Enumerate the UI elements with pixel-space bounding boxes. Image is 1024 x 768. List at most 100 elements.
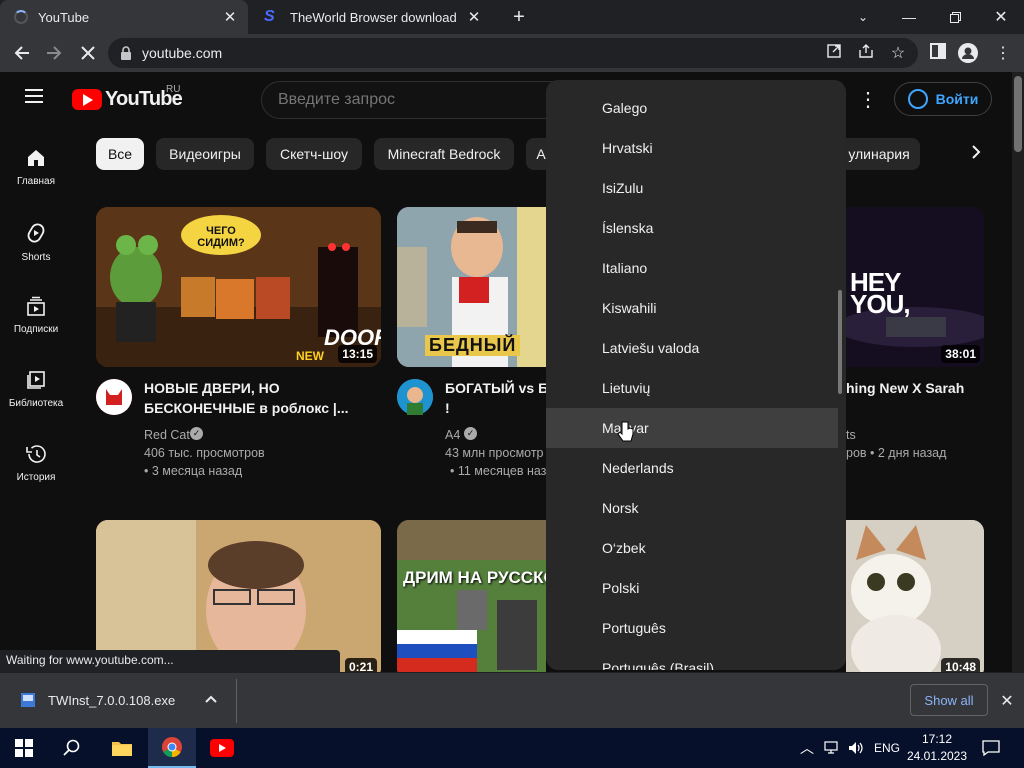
taskbar-youtube[interactable] [198,728,246,768]
thumbnail-text: NEW [296,349,324,363]
taskbar-search-button[interactable] [48,728,96,768]
tab-theworld[interactable]: S TheWorld Browser download sta ✕ [250,0,492,34]
chip-all[interactable]: Все [96,138,144,170]
taskbar-clock[interactable]: 17:12 24.01.2023 [905,731,969,765]
language-item[interactable]: Íslenska [602,220,653,236]
chip-videogames[interactable]: Видеоигры [156,138,254,170]
video-thumbnail[interactable]: ДРИМ НА РУССКО [397,520,546,680]
youtube-page: YouTube RU ⋮ Войти Главная Shorts Подпис… [0,72,1024,682]
video-title[interactable]: НОВЫЕ ДВЕРИ, НО [144,378,374,398]
restore-button[interactable] [932,0,978,34]
download-options-chevron-icon[interactable] [204,691,222,709]
hamburger-menu-icon[interactable] [24,88,44,109]
bookmark-star-icon[interactable]: ☆ [888,43,908,63]
youtube-play-logo-icon [72,89,102,110]
language-item[interactable]: Português [602,620,666,636]
lock-icon[interactable] [120,46,132,60]
sidebar-item-shorts[interactable]: Shorts [0,222,72,263]
video-title[interactable]: БОГАТЫЙ vs БЕ [445,378,546,398]
language-item[interactable]: Nederlands [602,460,674,476]
tab-youtube[interactable]: YouTube ✕ [0,0,248,34]
tab-title: YouTube [38,9,90,25]
verified-check-icon: ✓ [464,427,477,440]
channel-avatar[interactable] [397,379,433,415]
stop-loading-button[interactable] [74,39,102,67]
language-item[interactable]: Galego [602,100,647,116]
verified-check-icon: ✓ [190,427,203,440]
open-in-app-icon[interactable] [824,44,844,64]
taskbar-chrome[interactable] [148,728,196,768]
download-filename[interactable]: TWInst_7.0.0.108.exe [48,693,175,708]
settings-more-icon[interactable]: ⋮ [858,87,878,112]
chip-cooking[interactable]: улинария [838,138,920,170]
language-item[interactable]: Português (Brasil) [602,660,714,670]
video-title[interactable]: hing New X Sarah [846,378,984,398]
network-icon[interactable] [824,728,840,768]
sidebar-item-subscriptions[interactable]: Подписки [0,296,72,335]
language-item[interactable]: Norsk [602,500,639,516]
new-tab-button[interactable]: + [496,0,542,34]
video-thumbnail[interactable]: БЕДНЫЙ [397,207,546,367]
channel-name[interactable]: Red Cat [144,426,190,444]
sidebar-item-label: Библиотека [8,398,64,409]
channel-name[interactable]: A4 [445,426,460,444]
hand-cursor-icon [617,421,634,442]
side-panel-icon[interactable] [928,43,948,63]
start-button[interactable] [0,728,48,768]
channel-name[interactable]: ts [846,426,856,444]
url-text: youtube.com [142,45,223,61]
language-item[interactable]: Hrvatski [602,140,653,156]
dropdown-scrollbar[interactable] [838,290,842,394]
language-item[interactable]: Latviešu valoda [602,340,699,356]
youtube-logo[interactable]: YouTube RU [72,84,183,111]
sidebar-item-label: Главная [16,176,56,187]
language-item[interactable]: Lietuvių [602,380,650,396]
shorts-icon [27,223,45,243]
video-duration: 13:15 [338,345,377,363]
history-icon [26,445,46,463]
profile-avatar-icon[interactable] [958,43,978,63]
minimize-button[interactable]: — [886,0,932,34]
chip-minecraft-bedrock[interactable]: Minecraft Bedrock [374,138,514,170]
language-item[interactable]: IsiZulu [602,180,643,196]
language-item[interactable]: Kiswahili [602,300,656,316]
notifications-icon[interactable] [982,728,1000,768]
taskbar-file-explorer[interactable] [98,728,146,768]
close-tab-icon[interactable]: ✕ [466,8,482,26]
language-dropdown[interactable]: Galego Hrvatski IsiZulu Íslenska Italian… [546,80,846,670]
sign-in-button[interactable]: Войти [894,82,992,116]
language-item[interactable]: Italiano [602,260,647,276]
tab-search-chevron-icon[interactable]: ⌄ [840,0,886,34]
chip-sketch[interactable]: Скетч-шоу [266,138,362,170]
sidebar-item-library[interactable]: Библиотека [0,370,72,409]
thumbnail-text: ЧЕГО СИДИМ? [197,225,245,249]
sidebar-item-label: История [16,472,56,483]
share-icon[interactable] [856,44,876,64]
forward-button[interactable] [40,39,68,67]
language-item[interactable]: O‘zbek [602,540,646,556]
back-button[interactable] [8,39,36,67]
browser-tab-strip: YouTube ✕ S TheWorld Browser download st… [0,0,1024,34]
video-title[interactable]: БЕСКОНЕЧНЫЕ в роблокс |... [144,398,374,418]
sign-in-label: Войти [935,91,979,107]
chrome-menu-icon[interactable]: ⋮ [993,43,1013,63]
input-language-indicator[interactable]: ENG [874,728,900,768]
close-tab-icon[interactable]: ✕ [222,8,238,26]
language-item[interactable]: Polski [602,580,639,596]
video-thumbnail[interactable]: ЧЕГО СИДИМ? DOORS NEW 13:15 [96,207,381,367]
chips-next-arrow-icon[interactable] [970,144,990,164]
sidebar-item-history[interactable]: История [0,444,72,483]
address-bar[interactable]: youtube.com ☆ [108,38,918,68]
close-downloads-bar-icon[interactable]: ✕ [998,691,1016,710]
show-all-downloads-button[interactable]: Show all [910,684,988,716]
volume-icon[interactable] [848,728,864,768]
video-thumbnail[interactable]: 10:48 [846,520,984,680]
channel-avatar[interactable] [96,379,132,415]
sidebar-item-home[interactable]: Главная [0,148,72,187]
video-thumbnail[interactable]: HEY YOU, 38:01 [846,207,984,367]
close-window-button[interactable]: ✕ [978,0,1024,34]
search-input[interactable] [278,91,578,109]
library-icon [27,371,45,389]
show-hidden-icons-chevron-icon[interactable]: ︿ [800,728,814,768]
page-scrollbar[interactable] [1012,72,1024,682]
